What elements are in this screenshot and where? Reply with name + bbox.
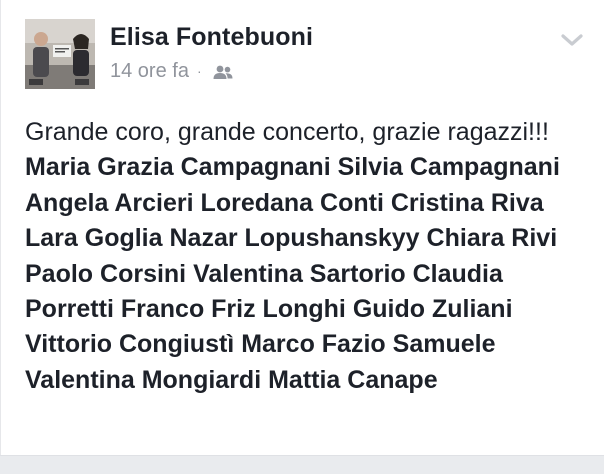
- post-meta: 14 ore fa ·: [110, 58, 234, 84]
- post-body: Grande coro, grande concerto, grazie rag…: [25, 115, 595, 398]
- tagged-person[interactable]: Franco Friz Longhi: [121, 295, 346, 323]
- tagged-person[interactable]: Valentina Sartorio: [193, 260, 406, 288]
- tagged-person[interactable]: Mattia Canape: [268, 366, 437, 394]
- post-footer-divider: [0, 455, 604, 474]
- tagged-person[interactable]: Maria Grazia Campagnani: [25, 153, 331, 181]
- tagged-person[interactable]: Loredana Conti: [201, 189, 384, 217]
- post-options-button[interactable]: [559, 30, 585, 50]
- friends-icon[interactable]: [212, 63, 234, 79]
- author-name[interactable]: Elisa Fontebuoni: [110, 22, 313, 52]
- tagged-person[interactable]: Paolo Corsini: [25, 260, 186, 288]
- tagged-person[interactable]: Guido Zuliani: [353, 295, 513, 323]
- tagged-person[interactable]: Marco Fazio: [241, 330, 385, 358]
- chevron-down-icon: [561, 34, 583, 46]
- post-card: Elisa Fontebuoni 14 ore fa · Grande coro…: [0, 0, 604, 455]
- tagged-person[interactable]: Angela Arcieri: [25, 189, 194, 217]
- post-message: Grande coro, grande concerto, grazie rag…: [25, 118, 549, 146]
- tagged-person[interactable]: Nazar Lopushanskyy: [170, 224, 420, 252]
- post-timestamp[interactable]: 14 ore fa: [110, 58, 189, 84]
- meta-separator: ·: [196, 63, 202, 79]
- tagged-person[interactable]: Vittorio Congiustì: [25, 330, 234, 358]
- tagged-person[interactable]: Lara Goglia: [25, 224, 163, 252]
- tagged-person[interactable]: Cristina Riva: [391, 189, 544, 217]
- tagged-person[interactable]: Chiara Rivi: [427, 224, 558, 252]
- author-avatar[interactable]: [25, 19, 95, 89]
- tagged-person[interactable]: Silvia Campagnani: [338, 153, 560, 181]
